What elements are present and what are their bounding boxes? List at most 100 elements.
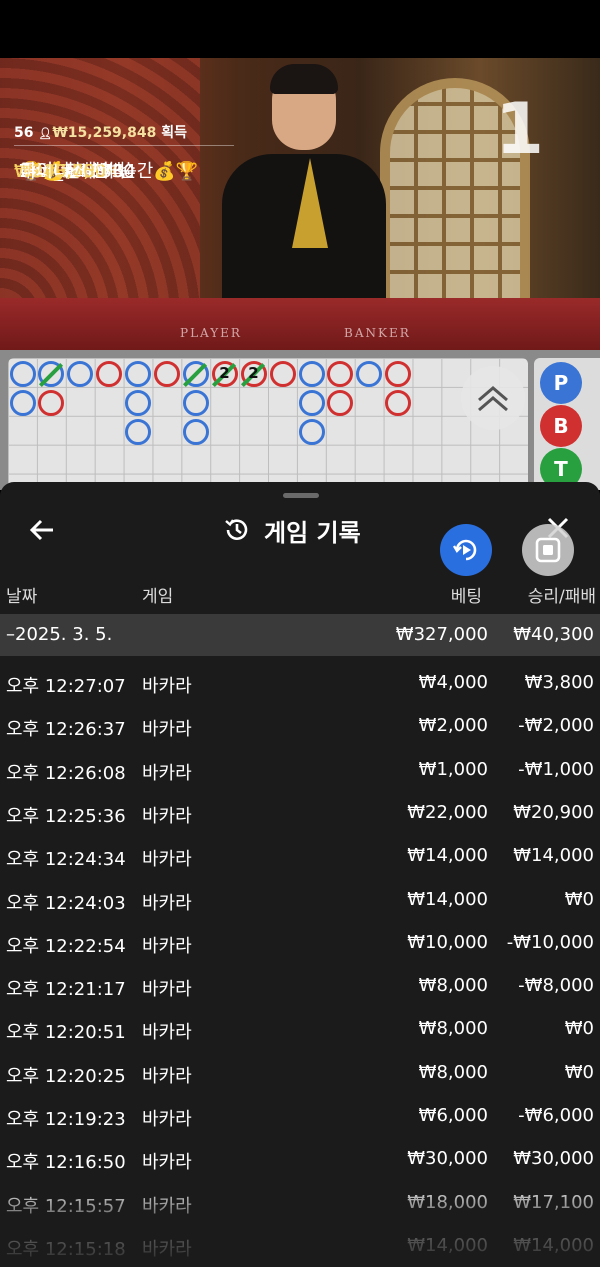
history-game: 바카라 — [142, 1022, 192, 1044]
column-header-bet: 베팅 — [450, 587, 482, 607]
replay-icon — [452, 539, 477, 561]
player-bead — [9, 361, 36, 387]
history-time: 오후 12:26:08 — [6, 762, 126, 784]
player-bead — [125, 361, 152, 387]
history-bet: ₩14,000 — [407, 845, 488, 867]
back-button[interactable] — [24, 512, 60, 548]
history-row[interactable]: 오후 12:21:17 바카라 ₩8,000 -₩8,000 — [0, 963, 600, 1006]
wall-decoration — [0, 58, 200, 318]
sheet-title: 게임 기록 — [264, 518, 361, 547]
history-time: 오후 12:21:17 — [6, 979, 126, 1001]
back-arrow-icon — [29, 519, 53, 541]
player-bead — [182, 418, 209, 445]
screen: PLAYER BANKER 1 56 👤︎₩15,259,848 획득 ₩5,8… — [0, 0, 600, 1267]
history-bet: ₩4,000 — [418, 672, 488, 693]
column-header-winloss: 승리/패배 — [527, 587, 596, 607]
history-row[interactable]: 오후 12:16:50 바카라 ₩30,000 ₩30,000 — [0, 1136, 600, 1179]
history-time: 오후 12:27:07 — [6, 676, 126, 697]
history-winloss: ₩20,900 — [513, 801, 594, 823]
banker-bead — [385, 361, 412, 387]
history-bet: ₩8,000 — [418, 1061, 488, 1083]
history-bet: ₩8,000 — [418, 1018, 488, 1040]
date-group-bet-total: ₩327,000 — [395, 624, 488, 645]
history-game: 바카라 — [142, 676, 192, 697]
history-winloss: ₩14,000 — [513, 845, 594, 867]
winners-list: 56 👤︎₩15,259,848 획득 ₩5,850,000 zxzx3333 ₩… — [14, 122, 234, 182]
history-game: 바카라 — [142, 979, 192, 1001]
banker-bead — [96, 361, 123, 387]
table-label-banker: BANKER — [344, 326, 411, 340]
history-row[interactable]: 오후 12:19:23 바카라 ₩6,000 -₩6,000 — [0, 1093, 600, 1136]
player-bead — [298, 418, 325, 445]
baccarat-table — [0, 298, 600, 350]
history-time: 오후 12:20:51 — [6, 1022, 126, 1044]
history-row[interactable]: 오후 12:24:34 바카라 ₩14,000 ₩14,000 — [0, 833, 600, 876]
history-bet: ₩18,000 — [407, 1191, 488, 1213]
history-time: 오후 12:19:23 — [6, 1109, 126, 1130]
history-icon — [225, 519, 248, 540]
history-game: 바카라 — [142, 1152, 192, 1174]
player-bead — [125, 389, 152, 416]
history-game: 바카라 — [142, 892, 192, 914]
history-row[interactable]: 오후 12:24:03 바카라 ₩14,000 ₩0 — [0, 877, 600, 920]
history-row[interactable]: 오후 12:15:18 바카라 ₩14,000 ₩14,000 — [0, 1223, 600, 1266]
tie-count: 2 — [248, 364, 259, 382]
history-game: 바카라 — [142, 849, 192, 871]
history-row[interactable]: 오후 12:25:36 바카라 ₩22,000 ₩20,900 — [0, 790, 600, 833]
player-bead — [182, 389, 209, 416]
history-bet: ₩30,000 — [407, 1148, 488, 1170]
winners-count: 56 — [14, 125, 34, 141]
history-game: 바카라 — [142, 1065, 192, 1087]
history-winloss: -₩2,000 — [518, 715, 594, 737]
banker-bead — [269, 361, 296, 387]
winner-name: Ty — [20, 161, 39, 182]
history-bet: ₩10,000 — [407, 931, 488, 953]
person-icon: 👤︎ — [38, 127, 53, 140]
pip-icon — [535, 537, 561, 563]
history-winloss: -₩10,000 — [506, 931, 594, 953]
date-group-winloss-total: ₩40,300 — [513, 624, 594, 645]
history-row[interactable]: 오후 12:22:54 바카라 ₩10,000 -₩10,000 — [0, 920, 600, 963]
column-header-date: 날짜 — [6, 587, 38, 607]
history-bet: ₩2,000 — [418, 715, 488, 737]
winners-total-suffix: 획득 — [161, 125, 187, 141]
winners-total-amount: ₩15,259,848 — [52, 125, 157, 141]
winner-row: ₩243,750 Ty — [14, 149, 600, 182]
history-bet: ₩14,000 — [407, 1234, 488, 1256]
history-row[interactable]: 오후 12:20:51 바카라 ₩8,000 ₩0 — [0, 1006, 600, 1049]
history-game: 바카라 — [142, 762, 192, 784]
player-bead — [298, 389, 325, 416]
replay-button[interactable] — [440, 524, 492, 576]
dealer-hair — [270, 64, 338, 94]
live-video[interactable]: PLAYER BANKER 1 56 👤︎₩15,259,848 획득 ₩5,8… — [0, 58, 600, 350]
history-row[interactable]: 오후 12:27:07 바카라 ₩4,000 ₩3,800 — [0, 660, 600, 703]
history-time: 오후 12:15:57 — [6, 1195, 126, 1217]
history-row[interactable]: 오후 12:26:08 바카라 ₩1,000 -₩1,000 — [0, 747, 600, 790]
history-game: 바카라 — [142, 805, 192, 827]
dealer-lapel-left — [274, 158, 310, 248]
player-bead — [125, 418, 152, 445]
history-row[interactable]: 오후 12:26:37 바카라 ₩2,000 -₩2,000 — [0, 703, 600, 746]
sheet-drag-handle[interactable] — [283, 493, 319, 498]
player-bead — [9, 389, 36, 416]
history-row[interactable]: 오후 12:15:57 바카라 ₩18,000 ₩17,100 — [0, 1180, 600, 1223]
history-game: 바카라 — [142, 1238, 192, 1260]
history-winloss: -₩8,000 — [518, 975, 594, 997]
winners-total: 56 👤︎₩15,259,848 획득 — [14, 122, 234, 146]
player-predict-button[interactable]: P — [540, 362, 582, 404]
picture-in-picture-button[interactable] — [522, 524, 574, 576]
date-group-row[interactable]: –2025. 3. 5. ₩327,000 ₩40,300 — [0, 614, 600, 656]
history-game: 바카라 — [142, 1195, 192, 1217]
date-group-label: –2025. 3. 5. — [6, 624, 113, 645]
history-time: 오후 12:26:37 — [6, 719, 126, 741]
history-row[interactable]: 오후 12:20:25 바카라 ₩8,000 ₩0 — [0, 1050, 600, 1093]
banker-predict-button[interactable]: B — [540, 405, 582, 447]
history-winloss: ₩3,800 — [524, 672, 594, 693]
history-time: 오후 12:15:18 — [6, 1238, 126, 1260]
tie-count: 2 — [219, 364, 230, 382]
expand-button[interactable] — [461, 366, 525, 430]
history-time: 오후 12:25:36 — [6, 805, 126, 827]
history-bet: ₩6,000 — [418, 1105, 488, 1126]
history-game: 바카라 — [142, 935, 192, 957]
history-winloss: ₩14,000 — [513, 1234, 594, 1256]
